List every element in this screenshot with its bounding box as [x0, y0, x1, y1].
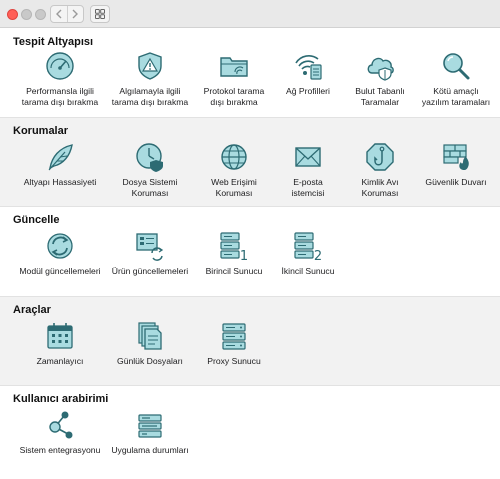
calendar-icon — [47, 323, 73, 349]
pref-label: Kimlik Avı Koruması — [361, 177, 399, 198]
section-update: Güncelle Modül güncellemeleri Ürün günce… — [0, 207, 500, 296]
section-protections: Korumalar Altyapı Hassasiyeti Dosya Sist… — [0, 117, 500, 207]
network-nodes-icon — [49, 411, 73, 439]
proxy-server-icon — [222, 323, 246, 350]
fishhook-icon — [366, 143, 394, 171]
title-bar — [0, 0, 500, 28]
pref-scheduler[interactable]: Zamanlayıcı — [16, 321, 104, 367]
section-title: Güncelle — [13, 214, 60, 226]
pref-label: İkincil Sunucu — [281, 266, 335, 276]
section-tools: Araçlar Zamanlayıcı Günlük Dosyaları Pro… — [0, 296, 500, 386]
pref-label: Uygulama durumları — [111, 445, 189, 455]
pref-proxy-server[interactable]: Proxy Sunucu — [190, 321, 278, 367]
firewall-icon — [443, 144, 469, 170]
pref-label: Proxy Sunucu — [207, 356, 261, 366]
envelope-icon — [295, 147, 321, 167]
server-number: 1 — [240, 249, 248, 261]
pref-file-system-protection[interactable]: Dosya Sistemi Koruması — [106, 142, 194, 198]
magnifier-icon — [443, 53, 470, 80]
pref-label: Performansla ilgili tarama dışı bırakma — [21, 86, 99, 107]
pref-phishing-protection[interactable]: Kimlik Avı Koruması — [336, 142, 424, 198]
pref-label: Ürün güncellemeleri — [111, 266, 189, 276]
pref-detection-exclusions[interactable]: Algılamayla ilgili tarama dışı bırakma — [106, 51, 194, 107]
chevron-left-icon — [55, 9, 62, 19]
pref-application-statuses[interactable]: Uygulama durumları — [106, 410, 194, 456]
section-title: Kullanıcı arabirimi — [13, 393, 109, 405]
pref-cloud-scans[interactable]: Bulut Tabanlı Taramalar — [336, 51, 424, 107]
pref-module-updates[interactable]: Modül güncellemeleri — [16, 231, 104, 277]
section-user-interface: Kullanıcı arabirimi Sistem entegrasyonu … — [0, 386, 500, 479]
clock-shield-icon — [136, 143, 163, 172]
log-files-icon — [138, 322, 162, 350]
pref-log-files[interactable]: Günlük Dosyaları — [106, 321, 194, 367]
pref-label: Kötü amaçlı yazılım taramaları — [421, 86, 491, 107]
section-detection-engine: Tespit Altyapısı Performansla ilgili tar… — [0, 29, 500, 117]
gauge-icon — [46, 52, 74, 80]
pref-label: Günlük Dosyaları — [117, 356, 183, 366]
pref-product-updates[interactable]: Ürün güncellemeleri — [106, 231, 194, 277]
minimize-button[interactable] — [21, 9, 32, 20]
show-all-button[interactable] — [90, 5, 110, 23]
pref-system-integration[interactable]: Sistem entegrasyonu — [16, 410, 104, 456]
pref-label: Bulut Tabanlı Taramalar — [355, 86, 405, 107]
product-update-icon — [136, 233, 164, 261]
server-2-icon: 2 — [294, 232, 322, 261]
pref-label: Zamanlayıcı — [36, 356, 84, 366]
pref-engine-sensitivity[interactable]: Altyapı Hassasiyeti — [16, 142, 104, 188]
pref-label: Modül güncellemeleri — [19, 266, 101, 276]
grid-view-icon — [95, 9, 105, 19]
wifi-profile-icon — [295, 55, 322, 80]
globe-icon — [221, 144, 247, 170]
back-button[interactable] — [51, 6, 68, 22]
section-title: Tespit Altyapısı — [13, 36, 94, 48]
pref-secondary-server[interactable]: 2 İkincil Sunucu — [264, 231, 352, 277]
pref-performance-exclusions[interactable]: Performansla ilgili tarama dışı bırakma — [16, 51, 104, 107]
pref-label: Algılamayla ilgili tarama dışı bırakma — [111, 86, 189, 107]
pref-malware-scans[interactable]: Kötü amaçlı yazılım taramaları — [412, 51, 500, 107]
app-status-icon — [138, 414, 162, 438]
pref-label: Güvenlik Duvarı — [425, 177, 487, 187]
server-number: 2 — [314, 249, 322, 261]
navigation-buttons — [50, 5, 84, 23]
close-button[interactable] — [7, 9, 18, 20]
cloud-shield-icon — [367, 57, 394, 81]
chevron-right-icon — [72, 9, 79, 19]
folder-icon — [220, 57, 248, 77]
preferences-window: Tespit Altyapısı Performansla ilgili tar… — [0, 0, 500, 479]
pref-label: Sistem entegrasyonu — [19, 445, 101, 455]
section-title: Korumalar — [13, 125, 69, 137]
pref-label: Altyapı Hassasiyeti — [23, 177, 97, 187]
pref-firewall[interactable]: Güvenlik Duvarı — [412, 142, 500, 188]
forward-button[interactable] — [68, 6, 84, 22]
server-1-icon: 1 — [220, 232, 248, 261]
section-title: Araçlar — [13, 304, 51, 316]
warning-shield-icon — [138, 52, 162, 80]
feather-icon — [48, 144, 73, 171]
zoom-button[interactable] — [35, 9, 46, 20]
pref-label: Dosya Sistemi Koruması — [122, 177, 178, 198]
refresh-icon — [47, 233, 73, 259]
